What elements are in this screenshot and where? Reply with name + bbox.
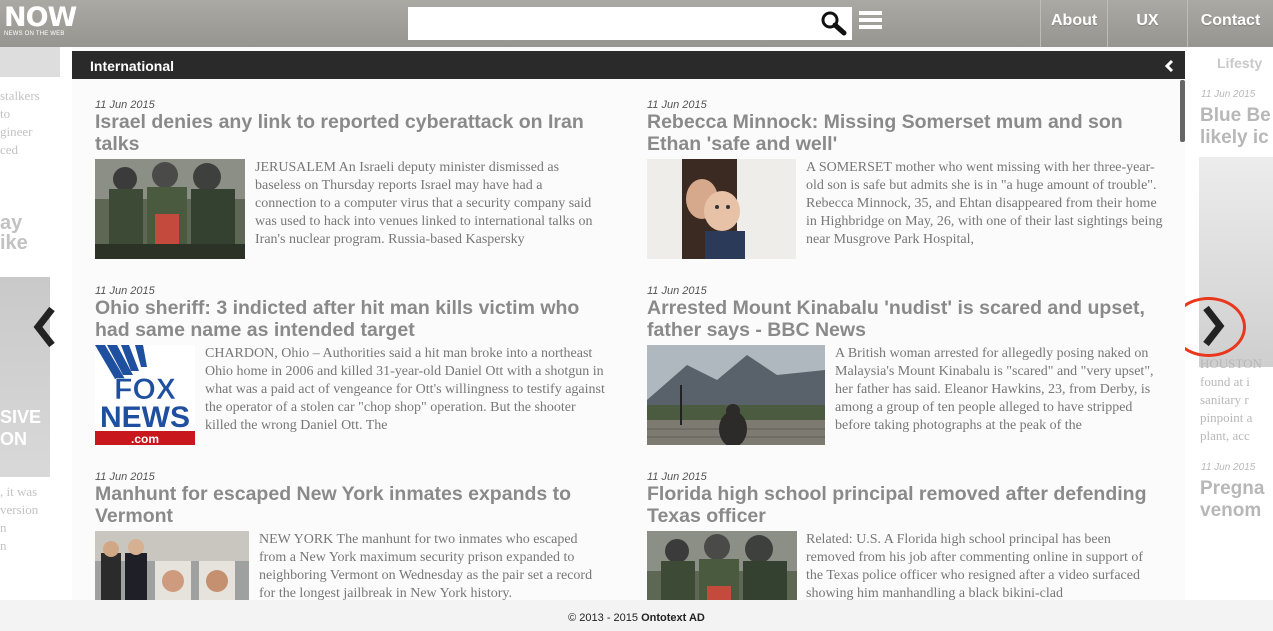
prev-snippet-line: version xyxy=(0,502,39,517)
logo-wordmark: NOW xyxy=(4,2,77,33)
fox-news-logo-image: FOX NEWS .com xyxy=(95,345,195,445)
article-card[interactable]: 11 Jun 2015 Rebecca Minnock: Missing Som… xyxy=(647,99,1167,279)
nav-about-link[interactable]: About xyxy=(1040,0,1107,47)
article-snippet: A SOMERSET mother who went missing with … xyxy=(806,160,1163,247)
search-icon[interactable] xyxy=(820,10,848,38)
prev-title-line: ay xyxy=(0,212,23,234)
top-nav: About UX Brief Contact xyxy=(1040,0,1273,71)
article-title[interactable]: Florida high school principal removed af… xyxy=(647,483,1167,527)
article-image xyxy=(647,345,825,445)
article-date: 11 Jun 2015 xyxy=(95,99,155,111)
article-card[interactable]: 11 Jun 2015 Ohio sheriff: 3 indicted aft… xyxy=(95,285,615,465)
next-article-title-line: likely ic xyxy=(1200,127,1269,148)
chevron-left-collapse-icon[interactable] xyxy=(1165,60,1175,72)
article-title[interactable]: Arrested Mount Kinabalu 'nudist' is scar… xyxy=(647,297,1167,341)
prev-snippet-line: ced xyxy=(0,142,19,157)
article-title[interactable]: Ohio sheriff: 3 indicted after hit man k… xyxy=(95,297,615,341)
prev-snippet-line: gineer xyxy=(0,124,33,139)
next-snippet-line: plant, acc xyxy=(1200,428,1250,443)
article-snippet: CHARDON, Ohio – Authorities said a hit m… xyxy=(205,346,605,433)
article-date: 11 Jun 2015 xyxy=(95,471,155,483)
article-snippet: JERUSALEM An Israeli deputy minister dis… xyxy=(255,160,593,247)
previous-section-header xyxy=(0,47,60,77)
prev-title-line: ike xyxy=(0,232,28,254)
prev-snippet-line: n xyxy=(0,520,7,535)
top-bar: NOW NEWS ON THE WEB About UX Brief Conta… xyxy=(0,0,1273,71)
next-article-title-line: venom xyxy=(1200,500,1262,521)
next-article-date: 11 Jun 2015 xyxy=(1201,462,1256,473)
footer-copyright: © 2013 - 2015 xyxy=(568,612,642,624)
section-panel: International 11 Jun 2015 Israel denies … xyxy=(72,47,1185,631)
prev-snippet-line: to xyxy=(0,106,11,121)
next-snippet-line: sanitary r xyxy=(1200,392,1249,407)
chevron-left-icon[interactable] xyxy=(30,305,60,349)
nav-contact-link[interactable]: Contact xyxy=(1187,0,1273,47)
footer: © 2013 - 2015 Ontotext AD xyxy=(0,600,1273,631)
prev-snippet-line: stalkers xyxy=(0,88,40,103)
article-image xyxy=(95,159,245,259)
next-section-title: Lifesty xyxy=(1217,55,1263,71)
prev-snippet-line: , it was xyxy=(0,484,38,499)
next-snippet-line: HOUSTON xyxy=(1200,356,1262,371)
article-title[interactable]: Rebecca Minnock: Missing Somerset mum an… xyxy=(647,111,1167,155)
next-article-title-line: Pregna xyxy=(1200,478,1265,499)
prev-image-text: SIVE xyxy=(0,407,42,427)
search-input[interactable] xyxy=(416,12,811,34)
scrollbar-thumb[interactable] xyxy=(1180,80,1185,142)
article-title[interactable]: Manhunt for escaped New York inmates exp… xyxy=(95,483,615,527)
next-article-title-line: Blue Be xyxy=(1200,105,1271,126)
footer-company: Ontotext AD xyxy=(641,612,705,624)
next-snippet-line: found at i xyxy=(1200,374,1250,389)
prev-snippet-line: n xyxy=(0,538,7,553)
article-card[interactable]: 11 Jun 2015 Arrested Mount Kinabalu 'nud… xyxy=(647,285,1167,465)
article-snippet: A British woman arrested for allegedly p… xyxy=(835,346,1154,433)
section-header: International xyxy=(72,51,1185,79)
hamburger-menu-icon[interactable] xyxy=(859,11,882,33)
article-date: 11 Jun 2015 xyxy=(647,471,707,483)
fox-logo-text: NEWS xyxy=(100,401,190,434)
article-card[interactable]: 11 Jun 2015 Israel denies any link to re… xyxy=(95,99,615,279)
article-date: 11 Jun 2015 xyxy=(647,285,707,297)
article-date: 11 Jun 2015 xyxy=(95,285,155,297)
nav-ux-brief-link[interactable]: UX Brief xyxy=(1107,0,1187,71)
article-title[interactable]: Israel denies any link to reported cyber… xyxy=(95,111,615,155)
search-box[interactable] xyxy=(408,7,852,40)
next-snippet-line: pinpoint a xyxy=(1200,410,1253,425)
next-article-date: 11 Jun 2015 xyxy=(1201,89,1256,100)
prev-image-text: ON xyxy=(0,429,27,449)
article-image xyxy=(647,159,796,259)
section-title: International xyxy=(90,58,175,74)
fox-logo-text: .com xyxy=(131,432,159,445)
logo-tagline: NEWS ON THE WEB xyxy=(4,31,65,37)
site-logo[interactable]: NOW NEWS ON THE WEB xyxy=(4,2,77,42)
article-date: 11 Jun 2015 xyxy=(647,99,707,111)
